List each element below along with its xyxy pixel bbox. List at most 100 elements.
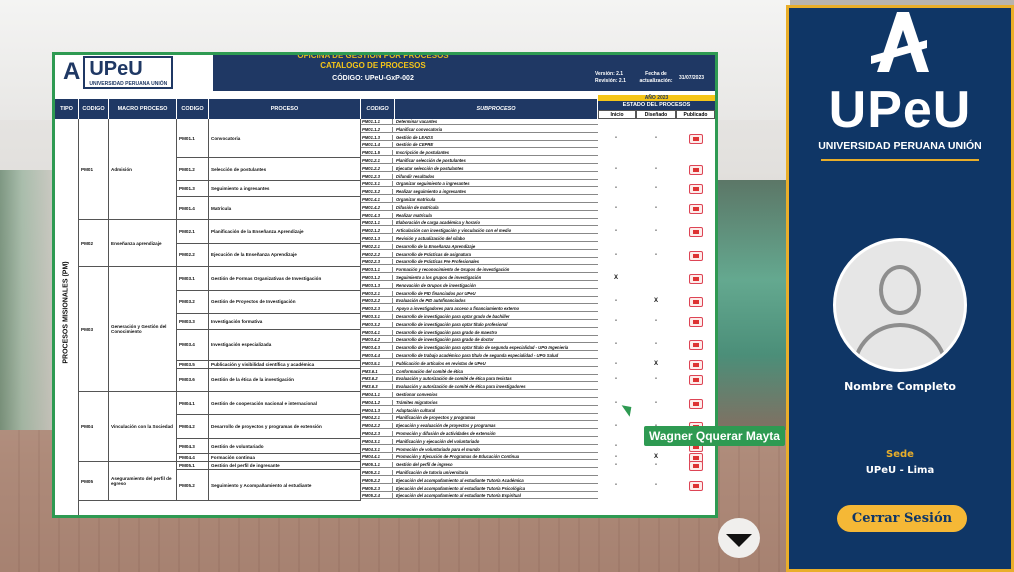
estado-disenado: - xyxy=(655,399,657,406)
pdf-icon[interactable] xyxy=(689,203,703,214)
subprocess-row: PM03.2.3 Apoyo a investigadores para acce… xyxy=(361,306,598,313)
subprocess-row: PM02.2.1 Desarrollo de la Enseñanza Apren… xyxy=(361,243,598,250)
macro-name: Vinculación con la Sociedad xyxy=(109,392,177,463)
subprocess-row: PM01.2.3 Difundir resultados xyxy=(361,173,598,180)
proceso-code: PM03.4 xyxy=(177,329,209,361)
logout-button[interactable]: Cerrar Sesión xyxy=(837,505,967,532)
subprocess-row: PM03.1.1 Formación y reconocimiento de Gr… xyxy=(361,267,598,274)
subprocess-row: PM01.1.4 Gestión de CEPRE xyxy=(361,142,598,149)
proceso-name: Matrícula xyxy=(209,197,361,221)
proceso-code: PM04.2 xyxy=(177,415,209,439)
estado-inicio: - xyxy=(615,423,617,430)
subprocess-row: PM04.1.3 Adaptación cultural xyxy=(361,407,598,414)
subprocess-row: PM05.2.3 Ejecución del acompañamiento al … xyxy=(361,485,598,492)
estado-disenado: - xyxy=(655,481,657,488)
estado-inicio: - xyxy=(615,204,617,211)
proceso-code: PM01.4 xyxy=(177,197,209,221)
proceso-code: PM03.5 xyxy=(177,360,209,369)
subprocess-row: PM05.2.1 Planificación de tutoría univers… xyxy=(361,470,598,476)
estado-disenado: - xyxy=(655,251,657,258)
pdf-icon[interactable] xyxy=(689,340,703,351)
estado-disenado: X xyxy=(653,360,658,367)
proceso-name: Formación continua xyxy=(209,454,361,463)
subprocess-row: PM04.1.2 Trámites migratorios xyxy=(361,399,598,406)
subprocess-row: PM3.6.3 Evaluación y autorización de comi… xyxy=(361,384,598,391)
subprocess-row: PM01.2.1 Planificar selección de postulan… xyxy=(361,158,598,164)
subprocess-row: PM04.2.1 Planificación de proyectos y pro… xyxy=(361,415,598,422)
macro-name: Admisión xyxy=(109,119,177,221)
band-title: OFICINA DE GESTIÓN POR PROCESOS xyxy=(297,52,449,60)
subprocess-row: PM3.6.1 Conformación del comité de ética xyxy=(361,368,598,375)
proceso-name: Gestión de la ética de la investigación xyxy=(209,368,361,392)
sede-value: UPeU - Lima xyxy=(865,465,935,476)
subprocess-row: PM04.1.1 Gestionar convenios xyxy=(361,392,598,398)
subprocess-row: PM03.1.2 Seguimiento a los grupos de inve… xyxy=(361,275,598,281)
subprocess-row: PM01.3.1 Organizar seguimiento a ingresan… xyxy=(361,181,598,188)
logo-underline xyxy=(821,159,979,161)
subprocess-row: PM02.1.3 Revisión y actualización del síl… xyxy=(361,236,598,242)
subprocess-row: PM01.1.5 Inscripción de postulantes xyxy=(361,150,598,157)
chevron-down-icon xyxy=(726,534,752,547)
pdf-icon[interactable] xyxy=(689,297,703,308)
proceso-name: Seguimiento y Acompañamiento al estudian… xyxy=(209,470,361,502)
pdf-icon[interactable] xyxy=(689,250,703,261)
subprocess-row: PM01.1.3 Gestión de LEADS xyxy=(361,134,598,141)
scroll-down-button[interactable] xyxy=(718,518,760,558)
estado-disenado: - xyxy=(655,317,657,324)
estado-inicio: - xyxy=(615,481,617,488)
subprocess-row: PM01.4.1 Organizar matrícula xyxy=(361,197,598,203)
proceso-code: PM04.4 xyxy=(177,454,209,463)
tipo-cell: PROCESOS MISIONALES (PM) xyxy=(55,119,79,515)
estado-inicio: - xyxy=(615,251,617,258)
estado-inicio: - xyxy=(615,442,617,449)
col-codigo-proceso: CODIGO xyxy=(177,99,209,119)
estado-inicio: - xyxy=(615,298,617,305)
proceso-code: PM02.1 xyxy=(177,220,209,244)
subprocess-row: PM05.2.2 Ejecución del acompañamiento al … xyxy=(361,477,598,484)
pdf-icon[interactable] xyxy=(689,184,703,195)
macro-code: PM04 xyxy=(79,392,109,463)
subprocess-row: PM03.4.4 Desarrollo de trabajo académico … xyxy=(361,353,598,359)
pdf-icon[interactable] xyxy=(689,461,703,472)
col-tipo: TIPO xyxy=(55,99,79,119)
proceso-name: Gestión de Formas Organizativas de Inves… xyxy=(209,267,361,291)
collaborator-cursor-label: Wagner Qquerar Mayta xyxy=(644,426,785,446)
upeu-a-icon: A xyxy=(63,58,81,85)
col-inicio: Inicio xyxy=(598,110,636,119)
estado-header: ESTADO DEL PROCESOS xyxy=(598,101,715,110)
avatar xyxy=(833,238,967,372)
proceso-name: Ejecución de la Enseñanza Aprendizaje xyxy=(209,243,361,268)
subprocess-row: PM01.1.2 Planificar convocatoria xyxy=(361,126,598,133)
proceso-name: Convocatoria xyxy=(209,119,361,158)
pdf-icon[interactable] xyxy=(689,316,703,327)
subprocess-row: PM03.2.2 Evaluación de PID autofinanciado… xyxy=(361,298,598,305)
estado-disenado: - xyxy=(655,185,657,192)
estado-disenado: - xyxy=(655,204,657,211)
col-proceso: PROCESO xyxy=(209,99,361,119)
macro-code: PM05 xyxy=(79,462,109,502)
proceso-code: PM01.3 xyxy=(177,181,209,197)
proceso-code: PM01.1 xyxy=(177,119,209,158)
pdf-icon[interactable] xyxy=(689,359,703,370)
pdf-icon[interactable] xyxy=(689,375,703,386)
user-sidebar: UPeU UNIVERSIDAD PERUANA UNIÓN Nombre Co… xyxy=(786,5,1014,572)
col-macro-proceso: MACRO PROCESO xyxy=(109,99,177,119)
proceso-name: Investigación especializada xyxy=(209,329,361,361)
pdf-icon[interactable] xyxy=(689,164,703,175)
proceso-name: Seguimiento a ingresantes xyxy=(209,181,361,197)
subprocess-row: PM04.2.3 Promoción y difusión de activida… xyxy=(361,431,598,437)
col-codigo-macro: CODIGO xyxy=(79,99,109,119)
subprocess-row: PM3.6.2 Evaluación y autorización de comi… xyxy=(361,376,598,383)
doc-title: CATALOGO DE PROCESOS xyxy=(320,61,426,70)
upeu-a-logo-icon xyxy=(871,12,929,72)
pdf-icon[interactable] xyxy=(689,273,703,284)
subprocess-row: PM03.1.3 Renovación de Grupos de investig… xyxy=(361,282,598,289)
proceso-code: PM03.3 xyxy=(177,314,209,330)
pdf-icon[interactable] xyxy=(689,227,703,238)
subprocess-row: PM01.3.2 Realizar seguimiento a ingresant… xyxy=(361,189,598,196)
pdf-icon[interactable] xyxy=(689,480,703,491)
subprocess-row: PM03.3.2 Desarrollo de investigación para… xyxy=(361,321,598,328)
proceso-name: Gestión de voluntariado xyxy=(209,438,361,455)
pdf-icon[interactable] xyxy=(689,133,703,144)
pdf-icon[interactable] xyxy=(689,398,703,409)
